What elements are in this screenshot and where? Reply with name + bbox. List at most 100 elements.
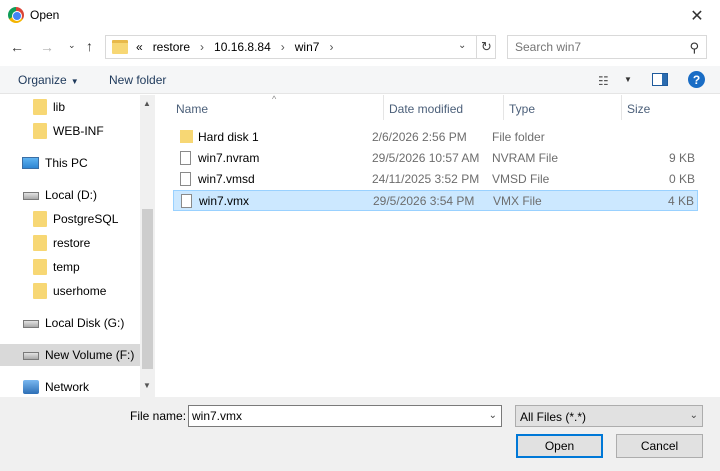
drive-icon xyxy=(23,320,39,328)
breadcrumb-item-restore[interactable]: restore xyxy=(153,40,190,54)
nav-item-label: lib xyxy=(53,100,66,114)
nav-item-local-d[interactable]: Local (D:) xyxy=(0,184,140,206)
folder-icon xyxy=(33,123,47,139)
column-header-date-modified[interactable]: Date modified xyxy=(383,95,503,120)
breadcrumb-item-host[interactable]: 10.16.8.84 xyxy=(214,40,271,54)
nav-item-temp[interactable]: temp xyxy=(0,256,140,278)
file-size: 4 KB xyxy=(667,194,694,208)
nav-item-label: temp xyxy=(53,260,80,274)
file-name-input[interactable] xyxy=(192,409,482,423)
nav-item-postgresql[interactable]: PostgreSQL xyxy=(0,208,140,230)
file-date: 29/5/2026 3:54 PM xyxy=(373,194,475,208)
organize-button[interactable]: Organize ▼ xyxy=(18,73,79,87)
caret-down-icon: ▼ xyxy=(70,77,79,86)
caret-down-icon[interactable]: ▼ xyxy=(624,75,632,84)
file-name: win7.vmsd xyxy=(198,172,255,186)
open-button[interactable]: Open xyxy=(516,434,603,458)
nav-item-label: Network xyxy=(45,380,90,394)
file-type: File folder xyxy=(492,130,545,144)
sort-ascending-icon: ^ xyxy=(272,94,277,104)
nav-item-userhome[interactable]: userhome xyxy=(0,280,140,302)
computer-icon xyxy=(22,157,39,169)
nav-item-new-volume-f[interactable]: New Volume (F:) xyxy=(0,344,140,366)
organize-label: Organize xyxy=(18,73,67,87)
filter-value: All Files (*.*) xyxy=(520,410,587,424)
file-date: 24/11/2025 3:52 PM xyxy=(372,172,480,186)
help-icon[interactable]: ? xyxy=(688,71,705,88)
file-icon xyxy=(181,194,192,208)
breadcrumb-item-win7[interactable]: win7 xyxy=(295,40,320,54)
file-size: 0 KB xyxy=(668,172,695,186)
command-bar: Organize ▼ New folder ☷ ▼ ? xyxy=(0,66,720,94)
navigation-pane: lib WEB-INF This PC Local (D:) PostgreSQ… xyxy=(0,95,155,397)
folder-icon xyxy=(33,235,47,251)
up-arrow-icon[interactable]: ↑ xyxy=(86,38,93,54)
address-bar[interactable]: « restore › 10.16.8.84 › win7 › xyxy=(105,35,496,59)
breadcrumb-separator[interactable]: › xyxy=(200,40,204,54)
refresh-icon[interactable]: ↻ xyxy=(476,36,496,58)
nav-item-label: userhome xyxy=(53,284,107,298)
address-dropdown-chevron-icon[interactable]: ⌄ xyxy=(458,40,466,51)
new-folder-button[interactable]: New folder xyxy=(109,73,166,87)
file-type-filter-select[interactable]: All Files (*.*) ⌄ xyxy=(515,405,703,427)
close-icon[interactable]: ✕ xyxy=(674,0,720,31)
file-row[interactable]: Hard disk 1 2/6/2026 2:56 PM File folder xyxy=(173,127,698,148)
back-arrow-icon[interactable]: ← xyxy=(10,39,24,55)
nav-item-label: Local (D:) xyxy=(45,188,98,202)
breadcrumb-separator[interactable]: › xyxy=(329,40,333,54)
file-row[interactable]: win7.vmsd 24/11/2025 3:52 PM VMSD File 0… xyxy=(173,169,698,190)
breadcrumb-overflow[interactable]: « xyxy=(136,40,143,54)
search-icon[interactable]: ⚲ xyxy=(689,40,699,56)
file-name-label: File name: xyxy=(130,409,187,423)
scroll-down-icon[interactable]: ▼ xyxy=(143,381,151,390)
nav-item-label: PostgreSQL xyxy=(53,212,119,226)
column-header-size[interactable]: Size xyxy=(621,95,701,120)
file-icon xyxy=(180,151,191,165)
view-options-icon[interactable]: ☷ xyxy=(598,74,609,88)
chevron-down-icon: ⌄ xyxy=(689,410,698,421)
file-row[interactable]: win7.nvram 29/5/2026 10:57 AM NVRAM File… xyxy=(173,148,698,169)
window-title: Open xyxy=(30,8,60,22)
drive-icon xyxy=(23,352,39,360)
nav-item-this-pc[interactable]: This PC xyxy=(0,152,140,174)
folder-icon xyxy=(33,259,47,275)
nav-item-web-inf[interactable]: WEB-INF xyxy=(0,120,140,142)
column-header-type[interactable]: Type xyxy=(503,95,621,120)
nav-item-label: Local Disk (G:) xyxy=(45,316,125,330)
scrollbar-thumb[interactable] xyxy=(142,209,153,369)
nav-item-lib[interactable]: lib xyxy=(0,96,140,118)
file-type: VMX File xyxy=(493,194,542,208)
search-box[interactable]: ⚲ xyxy=(507,35,707,59)
recent-locations-chevron-icon[interactable]: ⌄ xyxy=(68,40,76,51)
column-header-label: Name xyxy=(176,102,209,116)
nav-pane-scrollbar[interactable]: ▲ ▼ xyxy=(140,95,155,397)
title-bar: Open ✕ xyxy=(0,0,720,31)
file-name: Hard disk 1 xyxy=(198,130,259,144)
nav-item-label: New Volume (F:) xyxy=(45,348,135,362)
file-row-selected[interactable]: win7.vmx 29/5/2026 3:54 PM VMX File 4 KB xyxy=(173,190,698,211)
scroll-up-icon[interactable]: ▲ xyxy=(143,99,151,108)
nav-item-local-disk-g[interactable]: Local Disk (G:) xyxy=(0,312,140,334)
search-input[interactable] xyxy=(515,40,675,54)
breadcrumb-separator[interactable]: › xyxy=(281,40,285,54)
chrome-app-icon xyxy=(8,7,24,23)
file-icon xyxy=(180,172,191,186)
cancel-button[interactable]: Cancel xyxy=(616,434,703,458)
file-name: win7.nvram xyxy=(198,151,260,165)
file-type: VMSD File xyxy=(492,172,550,186)
folder-icon xyxy=(33,99,47,115)
preview-pane-icon[interactable] xyxy=(652,73,668,86)
chevron-down-icon[interactable]: ⌄ xyxy=(489,410,497,421)
breadcrumb: « restore › 10.16.8.84 › win7 › xyxy=(136,40,333,54)
nav-item-label: This PC xyxy=(45,156,88,170)
forward-arrow-icon[interactable]: → xyxy=(40,39,54,55)
nav-item-restore[interactable]: restore xyxy=(0,232,140,254)
file-name-combobox[interactable]: ⌄ xyxy=(188,405,502,427)
file-type: NVRAM File xyxy=(492,151,559,165)
drive-icon xyxy=(23,192,39,200)
file-date: 2/6/2026 2:56 PM xyxy=(372,130,467,144)
column-header-name[interactable]: ^ Name xyxy=(156,94,383,120)
nav-item-network[interactable]: Network xyxy=(0,376,140,397)
nav-item-label: restore xyxy=(53,236,91,250)
file-name: win7.vmx xyxy=(199,194,250,208)
